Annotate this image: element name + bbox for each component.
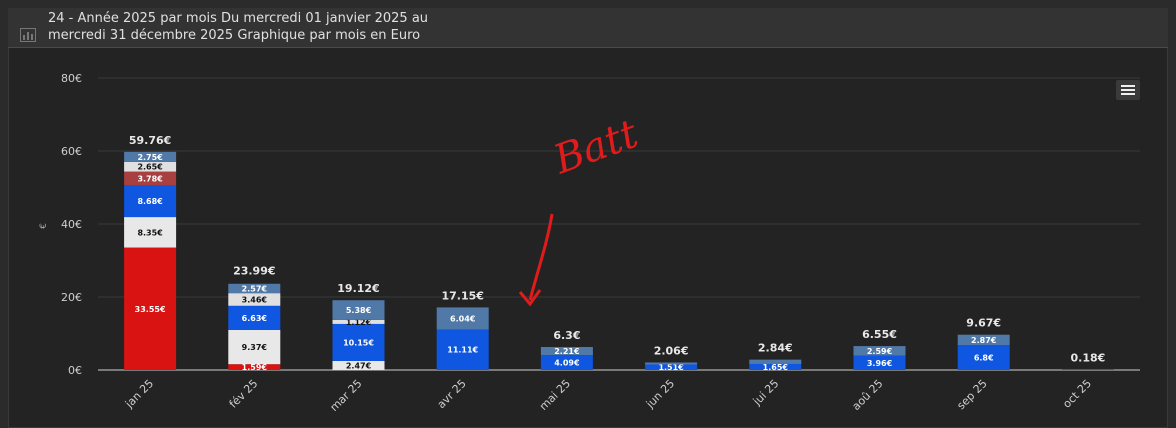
total-label: 6.55€: [862, 328, 897, 341]
total-label: 17.15€: [441, 289, 483, 302]
segment-label: 6.63€: [242, 314, 268, 323]
segment-label: 2.87€: [971, 336, 997, 345]
segment-label: 11.11€: [447, 346, 478, 355]
x-tick-label: fév 25: [227, 377, 261, 411]
x-tick-label: sep 25: [954, 377, 989, 412]
total-label: 9.67€: [966, 317, 1001, 330]
total-label: 6.3€: [553, 329, 580, 342]
x-tick-label: jun 25: [643, 377, 677, 411]
total-label: 2.84€: [758, 342, 793, 355]
x-tick-label: jan 25: [122, 377, 156, 411]
segment-label: 8.68€: [137, 197, 163, 206]
y-tick-label: 0€: [68, 364, 82, 377]
segment-label: 3.78€: [137, 174, 163, 183]
total-label: 59.76€: [129, 134, 171, 147]
total-label: 19.12€: [337, 282, 379, 295]
segment-label: 6.8€: [974, 354, 994, 363]
segment-label: 3.46€: [242, 295, 268, 304]
x-tick-label: avr 25: [435, 377, 469, 411]
segment-label: 1.59€: [242, 363, 268, 372]
segment-label: 33.55€: [135, 305, 166, 314]
segment-label: 1.51€: [658, 363, 684, 372]
segment-label: 6.04€: [450, 314, 476, 323]
segment-label: 2.65€: [137, 163, 163, 172]
segment-label: 10.15€: [343, 338, 374, 347]
segment-label: 2.47€: [346, 361, 372, 370]
hamburger-menu-icon[interactable]: [1116, 80, 1140, 100]
segment-label: 8.35€: [137, 228, 163, 237]
segment-label: 5.38€: [346, 306, 372, 315]
segment-label: 9.37€: [242, 343, 268, 352]
total-label: 23.99€: [233, 264, 275, 277]
bar-segment: [645, 362, 698, 365]
segment-label: 2.75€: [137, 153, 163, 162]
segment-label: 3.96€: [867, 359, 893, 368]
x-tick-label: aoû 25: [850, 377, 886, 413]
y-axis-label: €: [39, 223, 49, 229]
x-tick-label: mar 25: [328, 377, 365, 414]
segment-label: 1.65€: [763, 363, 789, 372]
segment-label: 2.21€: [554, 347, 580, 356]
y-tick-label: 80€: [61, 72, 82, 85]
bar-segment: [749, 359, 802, 364]
bar-segment: [1061, 369, 1114, 370]
segment-label: 2.59€: [867, 347, 893, 356]
y-tick-label: 20€: [61, 291, 82, 304]
total-label: 2.06€: [654, 344, 689, 357]
x-tick-label: mai 25: [537, 377, 573, 413]
segment-label: 2.57€: [242, 284, 268, 293]
x-tick-label: jui 25: [750, 377, 782, 409]
total-label: 0.18€: [1071, 351, 1106, 364]
y-tick-label: 40€: [61, 218, 82, 231]
stacked-bar-chart: 0€ 20€ 40€ 60€ 80€ €33.55€ 8.35€ 8.68€ 3.78€ 2.65…: [39, 72, 1140, 414]
y-tick-label: 60€: [61, 145, 82, 158]
segment-label: 4.09€: [554, 359, 580, 368]
x-tick-label: oct 25: [1060, 377, 1094, 411]
